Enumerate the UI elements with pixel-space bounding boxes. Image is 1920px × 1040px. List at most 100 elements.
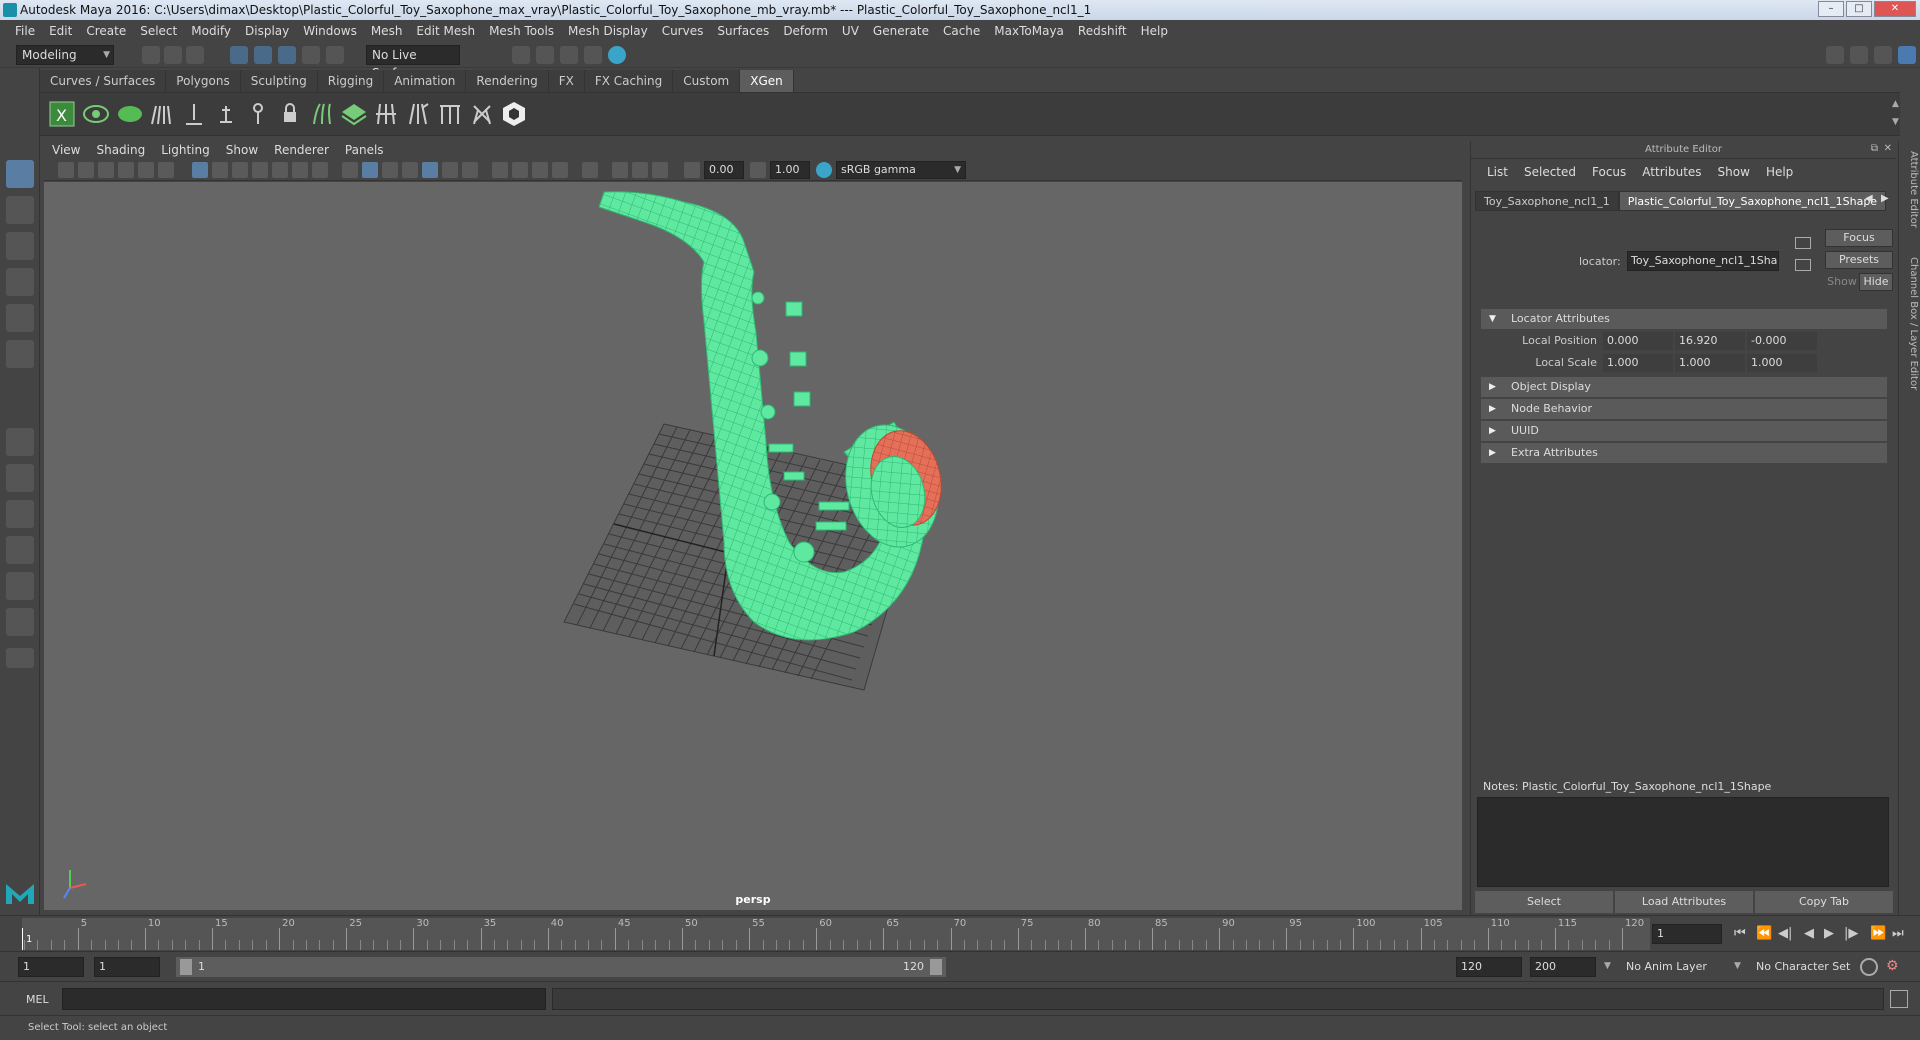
shelf-tab-xgen[interactable]: XGen bbox=[740, 70, 794, 92]
local-position-z-field[interactable]: -0.000 bbox=[1747, 332, 1817, 350]
menu-uv[interactable]: UV bbox=[835, 24, 866, 38]
range-start-handle[interactable] bbox=[180, 959, 192, 975]
field-chart-icon[interactable] bbox=[272, 162, 288, 178]
locator-name-field[interactable]: Toy_Saxophone_ncl1_1Shape bbox=[1627, 251, 1779, 271]
side-tab-attribute-editor[interactable]: Attribute Editor bbox=[1901, 151, 1919, 228]
local-scale-y-field[interactable]: 1.000 bbox=[1675, 354, 1745, 372]
play-forwards-icon[interactable]: ▶ bbox=[1824, 926, 1834, 941]
local-scale-x-field[interactable]: 1.000 bbox=[1603, 354, 1673, 372]
go-to-output-icon[interactable] bbox=[1795, 259, 1811, 271]
section-node-behavior[interactable]: ▶ Node Behavior bbox=[1481, 399, 1887, 419]
xgen-guide-curves-icon[interactable] bbox=[308, 100, 336, 128]
move-tool-icon[interactable] bbox=[6, 268, 34, 296]
xgen-place-guide-icon[interactable] bbox=[180, 100, 208, 128]
scale-tool-icon[interactable] bbox=[6, 340, 34, 368]
load-attributes-button[interactable]: Load Attributes bbox=[1615, 891, 1753, 913]
exposure-field[interactable]: 0.00 bbox=[704, 161, 744, 179]
toggle-attribute-editor-icon[interactable] bbox=[1850, 46, 1868, 64]
local-position-x-field[interactable]: 0.000 bbox=[1603, 332, 1673, 350]
ae-menu-focus[interactable]: Focus bbox=[1584, 165, 1634, 179]
ae-menu-attributes[interactable]: Attributes bbox=[1634, 165, 1709, 179]
shelf-tab-sculpting[interactable]: Sculpting bbox=[240, 70, 318, 92]
wireframe-on-shaded-icon[interactable] bbox=[402, 162, 418, 178]
step-back-frame-icon[interactable]: ◀| bbox=[1778, 926, 1792, 941]
smooth-shade-icon[interactable] bbox=[362, 162, 378, 178]
panel-menu-view[interactable]: View bbox=[44, 141, 88, 159]
playback-start-field[interactable]: 1 bbox=[94, 957, 160, 977]
xgen-convert-icon[interactable] bbox=[436, 100, 464, 128]
animation-preferences-icon[interactable]: ⚙ bbox=[1886, 958, 1904, 976]
menu-mesh[interactable]: Mesh bbox=[364, 24, 410, 38]
ae-menu-show[interactable]: Show bbox=[1710, 165, 1758, 179]
hypershade-layout-icon[interactable] bbox=[6, 572, 34, 600]
tab-shape-node[interactable]: Plastic_Colorful_Toy_Saxophone_ncl1_1Sha… bbox=[1618, 191, 1887, 211]
hide-button[interactable]: Hide bbox=[1859, 273, 1893, 291]
perspective-viewport[interactable]: persp bbox=[44, 182, 1462, 910]
current-frame-field[interactable]: 1 bbox=[1652, 924, 1722, 944]
shelf-tab-custom[interactable]: Custom bbox=[673, 70, 741, 92]
script-editor-icon[interactable] bbox=[1890, 990, 1908, 1008]
menu-mesh-tools[interactable]: Mesh Tools bbox=[482, 24, 561, 38]
gamma-icon[interactable] bbox=[750, 162, 766, 178]
toggle-channel-box-icon[interactable] bbox=[1898, 46, 1916, 64]
grease-pencil-icon[interactable] bbox=[158, 162, 174, 178]
menu-surfaces[interactable]: Surfaces bbox=[710, 24, 776, 38]
new-scene-icon[interactable] bbox=[142, 46, 160, 64]
step-forward-frame-icon[interactable]: |▶ bbox=[1844, 926, 1858, 941]
render-frame-icon[interactable] bbox=[536, 46, 554, 64]
render-settings-icon[interactable] bbox=[584, 46, 602, 64]
go-to-input-icon[interactable] bbox=[1795, 237, 1811, 249]
select-component-icon[interactable] bbox=[278, 46, 296, 64]
live-surface-field[interactable]: No Live Surface bbox=[366, 45, 460, 80]
close-button[interactable]: ✕ bbox=[1874, 1, 1916, 17]
ipr-render-icon[interactable] bbox=[560, 46, 578, 64]
shelf-tab-polygons[interactable]: Polygons bbox=[166, 70, 241, 92]
menu-create[interactable]: Create bbox=[79, 24, 133, 38]
menu-help[interactable]: Help bbox=[1134, 24, 1175, 38]
textured-icon[interactable] bbox=[422, 162, 438, 178]
script-language-toggle[interactable]: MEL bbox=[26, 993, 49, 1006]
tab-scroll-right-icon[interactable]: ▶ bbox=[1881, 193, 1889, 204]
section-object-display[interactable]: ▶ Object Display bbox=[1481, 377, 1887, 397]
open-scene-icon[interactable] bbox=[164, 46, 182, 64]
grid-toggle-icon[interactable] bbox=[192, 162, 208, 178]
tab-transform-node[interactable]: Toy_Saxophone_ncl1_1 bbox=[1475, 191, 1619, 211]
step-back-key-icon[interactable]: ⏪ bbox=[1756, 926, 1772, 941]
mel-command-input[interactable] bbox=[62, 988, 546, 1010]
persp-outliner-layout-icon[interactable] bbox=[6, 500, 34, 528]
xgen-lock-guide-icon[interactable] bbox=[276, 100, 304, 128]
save-scene-icon[interactable] bbox=[186, 46, 204, 64]
xgen-preview-icon[interactable] bbox=[82, 100, 110, 128]
shelf-tab-animation[interactable]: Animation bbox=[384, 70, 467, 92]
shelf-scroll-down-icon[interactable]: ▼ bbox=[1892, 117, 1899, 127]
ae-menu-list[interactable]: List bbox=[1479, 165, 1516, 179]
xgen-groom-icon[interactable] bbox=[148, 100, 176, 128]
animation-start-field[interactable]: 1 bbox=[18, 957, 84, 977]
shelf-tab-rigging[interactable]: Rigging bbox=[317, 70, 385, 92]
ae-menu-help[interactable]: Help bbox=[1758, 165, 1801, 179]
paint-select-tool-icon[interactable] bbox=[6, 232, 34, 260]
character-set-select[interactable]: No Character Set bbox=[1756, 960, 1850, 973]
more-layouts-icon[interactable] bbox=[6, 648, 34, 668]
snap-curve-icon[interactable] bbox=[326, 46, 344, 64]
xgen-clear-preview-icon[interactable] bbox=[116, 100, 144, 128]
wireframe-icon[interactable] bbox=[342, 162, 358, 178]
gate-mask-icon[interactable] bbox=[252, 162, 268, 178]
menu-curves[interactable]: Curves bbox=[655, 24, 711, 38]
film-gate-icon[interactable] bbox=[212, 162, 228, 178]
shelf-tab-rendering[interactable]: Rendering bbox=[466, 70, 549, 92]
use-default-material-icon[interactable] bbox=[382, 162, 398, 178]
menu-select[interactable]: Select bbox=[133, 24, 184, 38]
select-object-icon[interactable] bbox=[254, 46, 272, 64]
bookmark-icon[interactable] bbox=[98, 162, 114, 178]
time-ruler[interactable]: 1 5 10 15 20 25 30 35 40 45 50 55 60 65 70 75 80 85 90 95 1… bbox=[22, 918, 1650, 950]
xray-icon[interactable] bbox=[612, 162, 628, 178]
range-slider[interactable]: 1 120 bbox=[176, 957, 946, 977]
select-camera-icon[interactable] bbox=[58, 162, 74, 178]
notes-textarea[interactable] bbox=[1477, 797, 1889, 887]
copy-tab-button[interactable]: Copy Tab bbox=[1755, 891, 1893, 913]
single-perspective-layout-icon[interactable] bbox=[6, 428, 34, 456]
local-position-y-field[interactable]: 16.920 bbox=[1675, 332, 1745, 350]
view-transform-select[interactable]: sRGB gamma ▼ bbox=[836, 161, 966, 179]
step-forward-key-icon[interactable]: ⏩ bbox=[1870, 926, 1886, 941]
